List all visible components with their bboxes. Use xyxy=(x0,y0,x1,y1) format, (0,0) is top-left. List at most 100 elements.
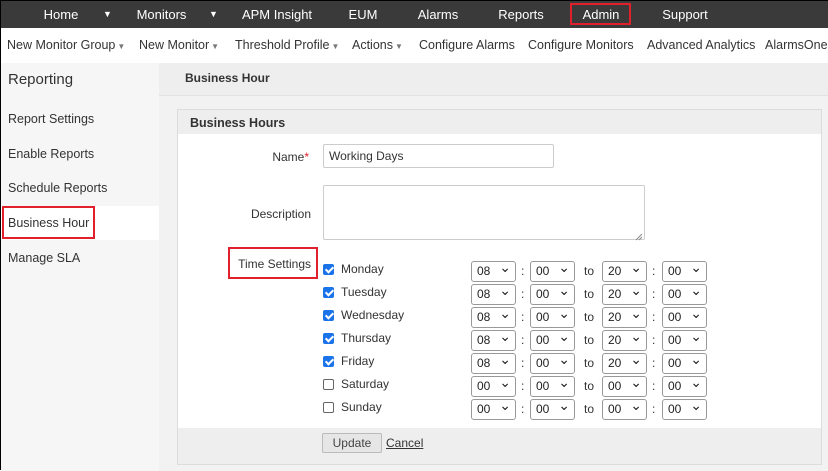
nav-support[interactable]: Support xyxy=(657,1,713,28)
nav-monitors[interactable]: Monitors xyxy=(129,1,194,28)
nav-eum[interactable]: EUM xyxy=(341,1,385,28)
subnav-new-monitor[interactable]: New Monitor ▼ xyxy=(139,28,219,63)
time-separator: : xyxy=(652,379,656,393)
friday-start-minute-select[interactable]: 00 ⌄ xyxy=(530,351,575,374)
checkbox-monday[interactable] xyxy=(323,264,334,275)
tuesday-end-minute-select[interactable]: 00 ⌄ xyxy=(662,282,707,305)
sunday-end-hour-select[interactable]: 00 ⌄ xyxy=(602,397,647,420)
time-settings-highlight xyxy=(228,247,318,279)
select-value: 00 xyxy=(668,264,682,278)
sunday-end-minute-select[interactable]: 00 ⌄ xyxy=(662,397,707,420)
checkbox-wednesday[interactable] xyxy=(323,310,334,321)
tuesday-start-minute-select[interactable]: 00 ⌄ xyxy=(530,282,575,305)
resize-handle-icon[interactable] xyxy=(635,230,643,241)
chevron-down-icon: ⌄ xyxy=(558,259,570,275)
select-value: 08 xyxy=(477,333,491,347)
update-button[interactable]: Update xyxy=(322,433,382,453)
chevron-down-icon: ⌄ xyxy=(690,259,702,275)
wednesday-start-minute-select[interactable]: 00 ⌄ xyxy=(530,305,575,328)
to-label: to xyxy=(584,287,595,301)
friday-end-hour-select[interactable]: 20 ⌄ xyxy=(602,351,647,374)
saturday-start-minute-select[interactable]: 00 ⌄ xyxy=(530,374,575,397)
to-label: to xyxy=(584,333,595,347)
checkbox-saturday[interactable] xyxy=(323,379,334,390)
wednesday-start-hour-select[interactable]: 08 ⌄ xyxy=(471,305,516,328)
chevron-down-icon[interactable]: ▼ xyxy=(103,1,112,28)
select-value: 20 xyxy=(608,310,622,324)
subnav-configure-monitors[interactable]: Configure Monitors xyxy=(528,28,634,63)
thursday-end-hour-select[interactable]: 20 ⌄ xyxy=(602,328,647,351)
sidebar-item-schedule-reports[interactable]: Schedule Reports xyxy=(1,171,159,205)
chevron-down-icon: ⌄ xyxy=(499,397,511,413)
chevron-down-icon: ⌄ xyxy=(630,305,642,321)
subnav-alarmsone[interactable]: AlarmsOne xyxy=(765,28,828,63)
thursday-start-hour-select[interactable]: 08 ⌄ xyxy=(471,328,516,351)
select-value: 08 xyxy=(477,287,491,301)
select-value: 08 xyxy=(477,310,491,324)
cancel-link[interactable]: Cancel xyxy=(386,436,423,450)
saturday-start-hour-select[interactable]: 00 ⌄ xyxy=(471,374,516,397)
chevron-down-icon[interactable]: ▼ xyxy=(209,1,218,28)
admin-highlight xyxy=(570,3,631,25)
friday-end-minute-select[interactable]: 00 ⌄ xyxy=(662,351,707,374)
nav-alarms[interactable]: Alarms xyxy=(412,1,464,28)
wednesday-end-hour-select[interactable]: 20 ⌄ xyxy=(602,305,647,328)
tuesday-end-hour-select[interactable]: 20 ⌄ xyxy=(602,282,647,305)
saturday-end-hour-select[interactable]: 00 ⌄ xyxy=(602,374,647,397)
top-nav: Home ▼ Monitors ▼ APM Insight EUM Alarms… xyxy=(1,1,828,28)
nav-apm-insight[interactable]: APM Insight xyxy=(237,1,317,28)
day-row-monday: Monday xyxy=(323,260,463,280)
saturday-end-minute-select[interactable]: 00 ⌄ xyxy=(662,374,707,397)
select-value: 00 xyxy=(536,333,550,347)
nav-reports[interactable]: Reports xyxy=(493,1,549,28)
subnav-label: New Monitor Group xyxy=(7,38,116,52)
chevron-down-icon: ⌄ xyxy=(558,374,570,390)
sidebar-item-enable-reports[interactable]: Enable Reports xyxy=(1,137,159,171)
time-separator: : xyxy=(521,264,525,278)
subnav-configure-alarms[interactable]: Configure Alarms xyxy=(419,28,515,63)
day-row-saturday: Saturday xyxy=(323,375,463,395)
select-value: 00 xyxy=(536,264,550,278)
subnav-actions[interactable]: Actions ▼ xyxy=(352,28,403,63)
sidebar-item-manage-sla[interactable]: Manage SLA xyxy=(1,241,159,275)
select-value: 00 xyxy=(668,379,682,393)
tuesday-start-hour-select[interactable]: 08 ⌄ xyxy=(471,282,516,305)
checkbox-tuesday[interactable] xyxy=(323,287,334,298)
chevron-down-icon: ⌄ xyxy=(499,259,511,275)
checkbox-thursday[interactable] xyxy=(323,333,334,344)
monday-end-minute-select[interactable]: 00 ⌄ xyxy=(662,259,707,282)
checkbox-sunday[interactable] xyxy=(323,402,334,413)
checkbox-friday[interactable] xyxy=(323,356,334,367)
friday-start-hour-select[interactable]: 08 ⌄ xyxy=(471,351,516,374)
nav-home[interactable]: Home xyxy=(31,1,91,28)
select-value: 00 xyxy=(536,402,550,416)
description-field[interactable] xyxy=(323,185,645,240)
monday-start-minute-select[interactable]: 00 ⌄ xyxy=(530,259,575,282)
monday-end-hour-select[interactable]: 20 ⌄ xyxy=(602,259,647,282)
thursday-start-minute-select[interactable]: 00 ⌄ xyxy=(530,328,575,351)
chevron-down-icon: ⌄ xyxy=(558,397,570,413)
wednesday-end-minute-select[interactable]: 00 ⌄ xyxy=(662,305,707,328)
sub-nav: New Monitor Group ▼ New Monitor ▼ Threshol… xyxy=(1,28,828,64)
chevron-down-icon: ⌄ xyxy=(558,351,570,367)
select-value: 08 xyxy=(477,264,491,278)
sidebar-item-report-settings[interactable]: Report Settings xyxy=(1,102,159,136)
chevron-down-icon: ⌄ xyxy=(690,305,702,321)
subnav-threshold-profile[interactable]: Threshold Profile ▼ xyxy=(235,28,339,63)
select-value: 00 xyxy=(668,333,682,347)
select-value: 00 xyxy=(536,356,550,370)
chevron-down-icon: ⌄ xyxy=(499,374,511,390)
select-value: 00 xyxy=(477,379,491,393)
time-separator: : xyxy=(521,356,525,370)
sunday-start-hour-select[interactable]: 00 ⌄ xyxy=(471,397,516,420)
day-row-wednesday: Wednesday xyxy=(323,306,463,326)
name-field[interactable] xyxy=(323,144,554,168)
select-value: 00 xyxy=(608,402,622,416)
description-label: Description xyxy=(250,207,311,221)
chevron-down-icon: ⌄ xyxy=(499,351,511,367)
thursday-end-minute-select[interactable]: 00 ⌄ xyxy=(662,328,707,351)
monday-start-hour-select[interactable]: 08 ⌄ xyxy=(471,259,516,282)
subnav-advanced-analytics[interactable]: Advanced Analytics xyxy=(647,28,755,63)
sunday-start-minute-select[interactable]: 00 ⌄ xyxy=(530,397,575,420)
subnav-new-monitor-group[interactable]: New Monitor Group ▼ xyxy=(7,28,125,63)
